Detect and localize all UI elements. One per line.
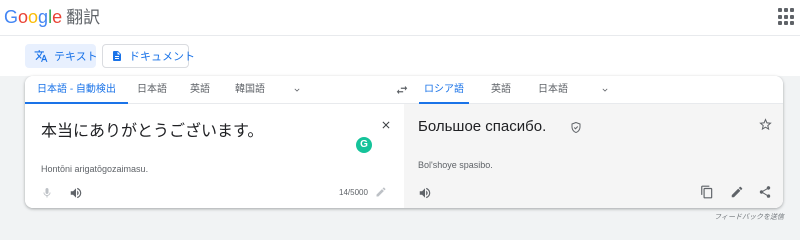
logo-letter: e [52,7,63,27]
source-lang-tab-korean[interactable]: 韓国語 [224,76,276,104]
source-lang-tab-japanese[interactable]: 日本語 [128,76,176,104]
translation-output: Большое спасибо. [418,118,547,135]
text-mode-label: テキスト [54,51,98,63]
translation-card: 日本語 - 自動検出 日本語 英語 韓国語 ロシア語 英語 日本語 本当にありが… [25,76,783,208]
handwriting-pencil-icon[interactable] [375,186,387,198]
source-lang-tab-english[interactable]: 英語 [176,76,224,104]
logo-letter: g [38,7,49,27]
source-transliteration: Hontōni arigatōgozaimasu. [41,164,149,174]
logo-letter: o [18,7,29,27]
text-mode-button[interactable]: テキスト [25,44,98,68]
grammarly-icon[interactable]: G [356,137,372,153]
listen-translation-speaker-icon[interactable] [418,186,432,200]
source-text-input[interactable]: 本当にありがとうございます。 [41,117,263,141]
verified-shield-icon[interactable] [570,121,582,134]
source-panel: 本当にありがとうございます。 G Hontōni arigatōgozaimas… [25,104,404,208]
app-header: Google 翻訳 [0,0,800,36]
apps-grid-icon[interactable] [778,8,796,26]
microphone-icon[interactable] [41,186,53,200]
share-icon[interactable] [758,185,772,199]
copy-translation-icon[interactable] [700,185,714,199]
target-lang-tab-english[interactable]: 英語 [479,76,523,104]
save-star-icon[interactable] [758,117,773,132]
character-counter: 14/5000 [339,188,368,197]
target-lang-tab-japanese[interactable]: 日本語 [529,76,577,104]
source-lang-tab-detect[interactable]: 日本語 - 自動検出 [25,76,128,104]
target-panel: Большое спасибо. Bol'shoye spasibo. [404,104,783,208]
target-transliteration: Bol'shoye spasibo. [418,160,493,170]
target-lang-tab-russian[interactable]: ロシア語 [419,76,469,104]
document-mode-button[interactable]: ドキュメント [102,44,195,68]
product-name: 翻訳 [66,8,101,27]
listen-source-speaker-icon[interactable] [69,186,83,200]
translate-icon [34,49,48,63]
logo-letter: G [4,7,19,27]
target-lang-more-chevron-icon[interactable] [600,85,610,95]
document-mode-label: ドキュメント [129,51,195,63]
mode-bar: テキスト ドキュメント [0,36,800,76]
swap-languages-icon[interactable] [395,83,409,97]
suggest-edit-pencil-icon[interactable] [730,185,744,199]
logo-letter: o [28,7,39,27]
language-bar: 日本語 - 自動検出 日本語 英語 韓国語 ロシア語 英語 日本語 [25,76,783,104]
google-translate-logo[interactable]: Google 翻訳 [4,6,100,29]
clear-source-text-icon[interactable] [380,119,392,131]
send-feedback-link[interactable]: フィードバックを送信 [714,212,784,222]
document-icon [111,49,123,63]
source-lang-more-chevron-icon[interactable] [292,85,302,95]
